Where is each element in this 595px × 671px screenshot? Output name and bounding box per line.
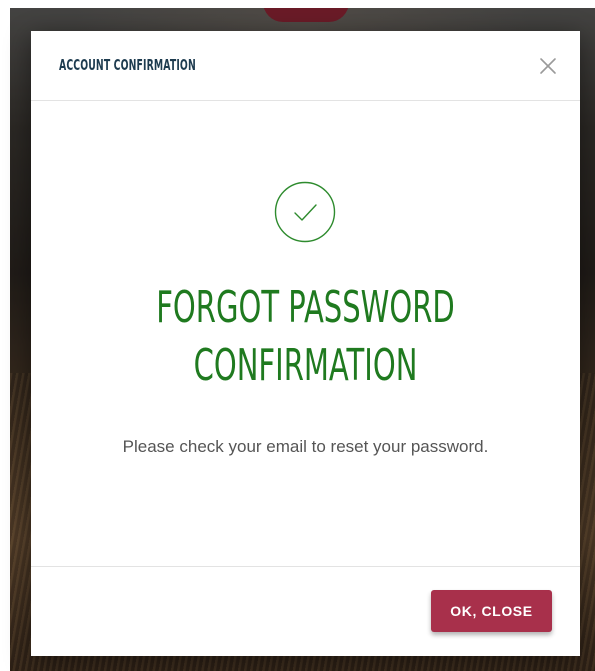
dialog-header: ACCOUNT CONFIRMATION bbox=[31, 31, 580, 101]
dialog-body: FORGOT PASSWORD CONFIRMATION Please chec… bbox=[31, 101, 580, 566]
confirmation-message: Please check your email to reset your pa… bbox=[122, 437, 489, 456]
heading-line-1: FORGOT PASSWORD bbox=[156, 282, 455, 333]
heading-line-2: CONFIRMATION bbox=[193, 340, 418, 391]
page: ACCOUNT CONFIRMATION FORGOT PASSWORD CON… bbox=[0, 0, 595, 671]
close-button[interactable] bbox=[538, 56, 558, 76]
confirmation-heading: FORGOT PASSWORD CONFIRMATION bbox=[31, 279, 580, 395]
ok-close-button[interactable]: OK, CLOSE bbox=[431, 590, 552, 632]
dialog-footer: OK, CLOSE bbox=[31, 566, 580, 657]
dialog-title: ACCOUNT CONFIRMATION bbox=[59, 56, 196, 74]
close-icon bbox=[540, 58, 556, 74]
check-circle-icon bbox=[274, 181, 336, 243]
account-confirmation-dialog: ACCOUNT CONFIRMATION FORGOT PASSWORD CON… bbox=[31, 31, 580, 656]
